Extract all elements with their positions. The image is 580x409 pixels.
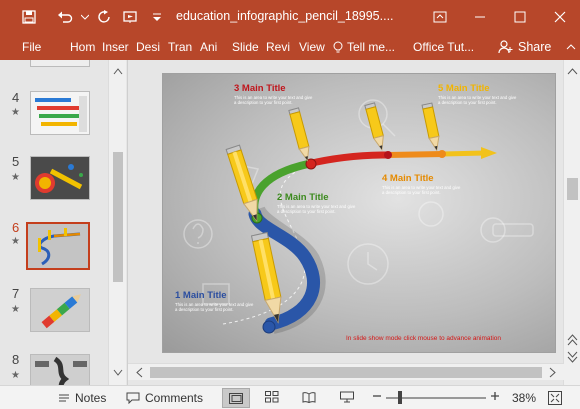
- slide-thumbnail-active[interactable]: [26, 222, 90, 270]
- notes-button[interactable]: Notes: [58, 391, 106, 405]
- slide-7-preview: [41, 294, 81, 329]
- zoom-in-button[interactable]: [490, 391, 500, 401]
- animation-star-icon: ★: [11, 236, 20, 247]
- slide-6-preview: [28, 224, 88, 268]
- close-icon[interactable]: [540, 0, 580, 34]
- comments-label: Comments: [145, 391, 204, 405]
- slide-thumbnail[interactable]: [30, 60, 90, 67]
- main-title-5[interactable]: 5 Main Title: [438, 83, 490, 94]
- slide-vertical-scrollbar[interactable]: [563, 60, 580, 385]
- description-3[interactable]: This is an area to write your text and g…: [234, 95, 314, 105]
- share-person-icon: [498, 40, 513, 54]
- zoom-out-button[interactable]: [372, 391, 382, 401]
- main-title-4[interactable]: 4 Main Title: [382, 173, 434, 184]
- slide-number: 6: [12, 220, 20, 235]
- window-title: education_infographic_pencil_18995....: [176, 9, 394, 23]
- fit-slide-button[interactable]: [548, 391, 562, 405]
- slide-thumbnail[interactable]: [30, 354, 90, 385]
- slide-number: 5: [12, 154, 20, 169]
- customize-qat-icon[interactable]: [144, 0, 170, 34]
- status-bar: Notes Comments 38%: [0, 385, 580, 409]
- minus-icon: [373, 395, 381, 397]
- redo-icon[interactable]: [92, 0, 118, 34]
- normal-view-button[interactable]: [222, 388, 250, 408]
- animation-star-icon: ★: [11, 304, 20, 315]
- slide-number: 7: [12, 286, 20, 301]
- slide-number: 4: [12, 90, 20, 105]
- description-5[interactable]: This is an area to write your text and g…: [438, 95, 518, 105]
- description-4[interactable]: This is an area to write your text and g…: [382, 185, 462, 195]
- tab-slide-show[interactable]: Slide: [228, 34, 262, 60]
- notes-icon: [59, 394, 69, 402]
- animation-star-icon: ★: [11, 172, 20, 183]
- tell-me-label: Tell me...: [347, 40, 396, 54]
- undo-dropdown-icon[interactable]: [78, 0, 92, 34]
- animation-star-icon: ★: [11, 370, 20, 381]
- tab-file[interactable]: File: [0, 34, 66, 60]
- slide-show-button[interactable]: [340, 391, 354, 403]
- tab-insert[interactable]: Inser: [98, 34, 132, 60]
- present-from-start-icon[interactable]: [118, 0, 144, 34]
- slide-horizontal-scrollbar[interactable]: [128, 363, 564, 380]
- tab-animations[interactable]: Ani: [196, 34, 228, 60]
- thumbnail-scrollbar[interactable]: [108, 60, 126, 385]
- tab-view[interactable]: View: [295, 34, 329, 60]
- tab-home[interactable]: Hom: [66, 34, 98, 60]
- plus-icon: [491, 392, 499, 400]
- description-1[interactable]: This is an area to write your text and g…: [175, 302, 255, 312]
- slide-8-preview: [35, 356, 87, 385]
- minimize-icon[interactable]: [460, 0, 500, 34]
- comment-icon: [126, 392, 140, 404]
- slide-5-preview: [35, 164, 83, 193]
- tab-transitions[interactable]: Tran: [164, 34, 196, 60]
- ribbon-collapse-icon[interactable]: [566, 41, 576, 55]
- zoom-slider-thumb[interactable]: [398, 391, 402, 404]
- maximize-icon[interactable]: [500, 0, 540, 34]
- main-title-2[interactable]: 2 Main Title: [277, 192, 329, 203]
- ribbon-display-options-icon[interactable]: [420, 0, 460, 34]
- ribbon-tab-row: File Hom Inser Desi Tran Ani Slide Revi …: [0, 34, 580, 60]
- slide-4-preview: [35, 96, 87, 132]
- lightbulb-icon: [333, 41, 343, 52]
- slide-thumbnail[interactable]: [30, 91, 90, 135]
- title-bar: education_infographic_pencil_18995....: [0, 0, 580, 34]
- undo-icon[interactable]: [52, 0, 78, 34]
- description-2[interactable]: This is an area to write your text and g…: [277, 204, 357, 214]
- slide-number: 8: [12, 352, 20, 367]
- animation-star-icon: ★: [11, 107, 20, 118]
- slide-canvas[interactable]: 3 Main Title This is an area to write yo…: [162, 73, 556, 353]
- slide-sorter-button[interactable]: [265, 391, 279, 403]
- zoom-level[interactable]: 38%: [512, 391, 536, 405]
- reading-view-button[interactable]: [302, 391, 316, 403]
- share-button[interactable]: Share: [498, 34, 551, 60]
- slide-thumbnail[interactable]: [30, 156, 90, 200]
- slide-show-icon: [340, 391, 354, 403]
- main-title-3[interactable]: 3 Main Title: [234, 83, 286, 94]
- share-label: Share: [518, 40, 552, 54]
- normal-view-icon: [229, 392, 243, 404]
- animation-hint-text[interactable]: In slide show mode click mouse to advanc…: [346, 335, 501, 342]
- save-icon[interactable]: [16, 0, 42, 34]
- tab-design[interactable]: Desi: [132, 34, 164, 60]
- tab-office-tutorials[interactable]: Office Tut...: [409, 34, 483, 60]
- notes-label: Notes: [75, 391, 107, 405]
- tab-review[interactable]: Revi: [262, 34, 295, 60]
- tell-me-box[interactable]: Tell me...: [329, 34, 409, 60]
- reading-view-icon: [302, 392, 316, 403]
- slide-thumbnail[interactable]: [30, 288, 90, 332]
- slide-sorter-icon: [265, 391, 279, 403]
- comments-button[interactable]: Comments: [126, 391, 203, 405]
- fit-to-window-icon: [548, 391, 562, 405]
- main-title-1[interactable]: 1 Main Title: [175, 290, 227, 301]
